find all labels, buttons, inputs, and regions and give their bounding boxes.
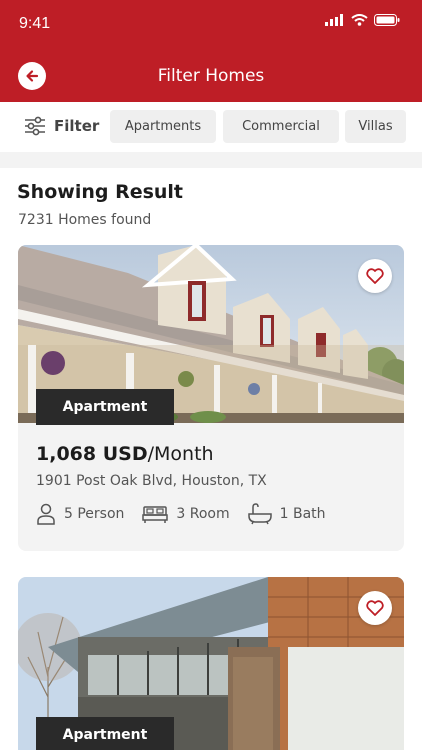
chip-apartments[interactable]: Apartments [110,110,216,143]
baths-label: 1 Bath [279,506,326,522]
status-time: 9:41 [19,15,51,32]
filter-button[interactable]: Filter [24,116,99,136]
status-bar: 9:41 [0,0,422,48]
signal-icon [325,14,343,26]
feature-rooms: 3 Room [142,504,230,524]
battery-icon [374,14,400,26]
listing-card[interactable]: Apartment [18,577,404,750]
listing-type-tag: Apartment [36,389,174,425]
bed-icon [142,506,169,523]
page-title: Filter Homes [157,66,265,86]
filter-sliders-icon [25,116,45,136]
feature-baths: 1 Bath [247,503,326,525]
results-title: Showing Result [17,181,184,203]
wifi-icon [351,14,368,26]
persons-label: 5 Person [64,506,125,522]
listing-card[interactable]: Apartment 1,068 USD/Month 1901 Post Oak … [18,245,404,551]
listing-features: 5 Person 3 Room 1 Bath [36,503,326,525]
listing-address: 1901 Post Oak Blvd, Houston, TX [36,473,267,489]
results-count: 7231 Homes found [18,212,152,228]
listing-type-tag: Apartment [36,717,174,750]
app-header: 9:41 Filter Homes [0,0,422,102]
bath-icon [247,503,272,525]
chip-commercial[interactable]: Commercial [223,110,339,143]
heart-icon [366,600,384,616]
price-amount: 1,068 USD [36,443,148,465]
favorite-button[interactable] [358,259,392,293]
favorite-button[interactable] [358,591,392,625]
chip-villas[interactable]: Villas [345,110,406,143]
person-icon [37,503,55,525]
filter-label: Filter [54,117,100,135]
listing-price: 1,068 USD/Month [36,443,214,465]
status-icons [325,14,400,26]
nav-bar: Filter Homes [0,54,422,98]
feature-persons: 5 Person [36,503,124,525]
heart-icon [366,268,384,284]
price-period: /Month [147,443,214,465]
divider-band [0,152,422,168]
rooms-label: 3 Room [176,506,230,522]
